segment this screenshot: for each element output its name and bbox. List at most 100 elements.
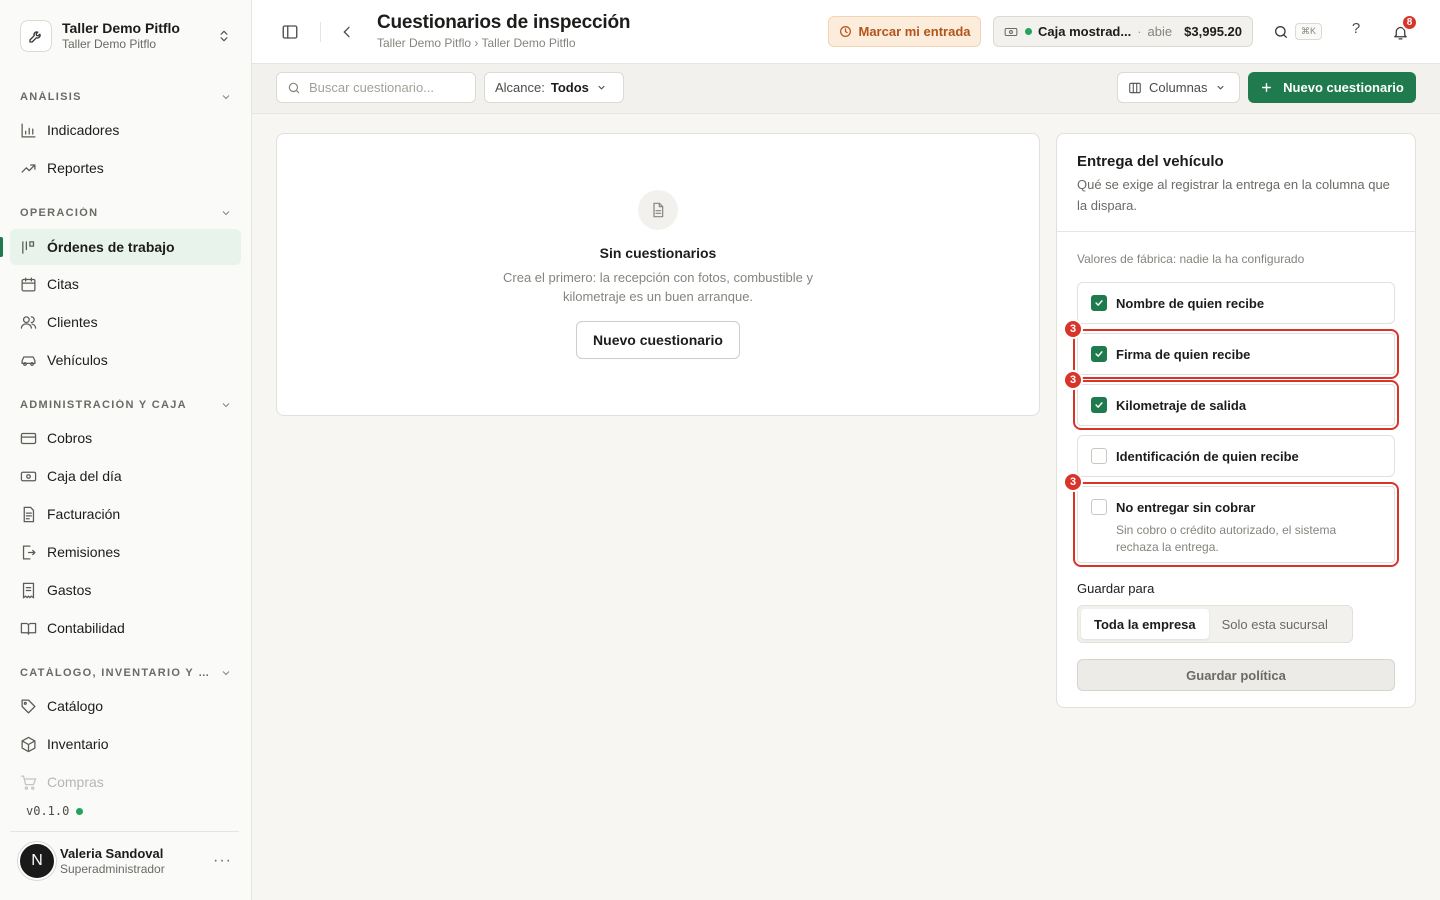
scope-filter-dropdown[interactable]: Alcance: Todos [484,72,624,103]
sidebar-item-indicadores[interactable]: Indicadores [10,112,241,148]
sidebar-item-ordenes[interactable]: Órdenes de trabajo [0,229,241,265]
sidebar-item-label: Reportes [47,160,104,176]
new-questionnaire-label: Nuevo cuestionario [1283,80,1404,95]
wrench-icon [20,20,52,52]
option-exit-mileage[interactable]: Kilometraje de salida [1073,380,1399,430]
sidebar-item-citas[interactable]: Citas [10,266,241,302]
panel-description: Qué se exige al registrar la entrega en … [1077,177,1390,213]
sidebar-item-catalogo[interactable]: Catálogo [10,688,241,724]
search-icon [287,81,301,95]
cash-register-state: abie [1147,24,1173,39]
sidebar-item-label: Catálogo [47,698,104,714]
option-receiver-signature[interactable]: Firma de quien recibe [1073,329,1399,379]
kanban-icon [20,239,37,256]
page-title: Cuestionarios de inspección [377,12,631,33]
sidebar-item-remisiones[interactable]: Remisiones [10,534,241,570]
scope-option-company[interactable]: Toda la empresa [1081,609,1209,639]
invoice-icon [20,506,37,523]
breadcrumb[interactable]: Taller Demo Pitflo › Taller Demo Pitflo [377,36,576,50]
avatar: N [18,842,56,880]
columns-button[interactable]: Columnas [1117,72,1240,103]
empty-state-description: Crea el primero: la recepción con fotos,… [503,270,813,304]
box-icon [20,736,37,753]
top-header: Cuestionarios de inspección Taller Demo … [252,0,1440,64]
sidebar-item-label: Vehículos [47,352,108,368]
sidebar-item-label: Gastos [47,582,92,598]
sidebar-toggle-button[interactable] [276,18,304,46]
chevron-down-icon [220,399,232,411]
back-button[interactable] [333,18,361,46]
chevron-down-icon [220,207,232,219]
clock-in-button[interactable]: Marcar mi entrada [828,16,981,47]
empty-new-questionnaire-button[interactable]: Nuevo cuestionario [576,321,740,359]
option-label: No entregar sin cobrar [1116,500,1256,515]
sidebar-item-reportes[interactable]: Reportes [10,150,241,186]
clock-icon [839,25,852,38]
save-scope-segmented-control: Toda la empresa Solo esta sucursal [1077,605,1353,643]
option-no-delivery-unpaid[interactable]: No entregar sin cobrar Sin cobro o crédi… [1073,482,1399,567]
separator-dot: · [1137,24,1142,39]
divider [320,22,321,42]
option-receiver-name[interactable]: Nombre de quien recibe [1077,282,1395,324]
clock-in-label: Marcar mi entrada [858,24,971,39]
org-switcher[interactable]: Taller Demo Pitflo Taller Demo Pitflo [10,10,241,62]
checkbox-checked[interactable] [1091,295,1107,311]
search-input[interactable] [309,80,459,95]
cash-icon [20,468,37,485]
shortcut-hint: ⌘K [1295,23,1323,40]
marker-badge: 3 [1063,472,1083,492]
checkbox-checked[interactable] [1091,397,1107,413]
chart-bar-icon [20,122,37,139]
chevron-down-icon [220,91,232,103]
sidebar-item-compras[interactable]: Compras [10,764,241,800]
divider [1057,231,1415,232]
section-title: ADMINISTRACIÓN Y CAJA [20,399,187,411]
section-operacion[interactable]: OPERACIÓN [20,205,232,221]
section-analisis[interactable]: ANÁLISIS [20,89,232,105]
sidebar-item-vehiculos[interactable]: Vehículos [10,342,241,378]
option-help-text: Sin cobro o crédito autorizado, el siste… [1116,523,1337,554]
more-icon[interactable]: ··· [213,852,232,870]
scope-option-branch[interactable]: Solo esta sucursal [1209,609,1341,639]
sidebar-item-gastos[interactable]: Gastos [10,572,241,608]
sidebar-item-inventario[interactable]: Inventario [10,726,241,762]
plus-icon [1260,81,1273,94]
new-questionnaire-button[interactable]: Nuevo cuestionario [1248,72,1416,103]
help-button[interactable]: ? [1346,20,1366,37]
search-button[interactable] [1267,18,1295,46]
section-title: CATÁLOGO, INVENTARIO Y CO... [20,667,210,679]
marker-badge: 3 [1063,319,1083,339]
sidebar-item-facturacion[interactable]: Facturación [10,496,241,532]
section-administracion[interactable]: ADMINISTRACIÓN Y CAJA [20,397,232,413]
panel-title: Entrega del vehículo [1077,153,1224,170]
sidebar-item-contabilidad[interactable]: Contabilidad [10,610,241,646]
users-icon [20,314,37,331]
checkbox-checked[interactable] [1091,346,1107,362]
section-catalogo[interactable]: CATÁLOGO, INVENTARIO Y CO... [20,665,232,681]
notification-count-badge: 8 [1401,14,1418,31]
columns-icon [1128,81,1142,95]
sidebar-item-label: Compras [47,774,104,790]
sidebar-panel-icon [281,23,299,41]
checkbox-unchecked[interactable] [1091,499,1107,515]
cash-register-status[interactable]: Caja mostrad... · abie $3,995.20 [993,16,1253,47]
sidebar-item-caja[interactable]: Caja del día [10,458,241,494]
user-menu[interactable]: N Valeria Sandoval Superadministrador ··… [18,841,240,881]
option-receiver-id[interactable]: Identificación de quien recibe [1077,435,1395,477]
chevron-updown-icon [217,29,231,43]
save-policy-button[interactable]: Guardar política [1077,659,1395,691]
toolbar: Alcance: Todos Columnas Nuevo cuestionar… [252,64,1440,114]
cash-register-amount: $3,995.20 [1184,24,1242,39]
section-title: OPERACIÓN [20,207,99,219]
receipt-icon [20,582,37,599]
sidebar-item-clientes[interactable]: Clientes [10,304,241,340]
empty-state-title: Sin cuestionarios [599,245,717,261]
checkbox-unchecked[interactable] [1091,448,1107,464]
sidebar-item-label: Cobros [47,430,93,446]
sidebar-item-label: Citas [47,276,79,292]
save-scope-label: Guardar para [1077,581,1155,596]
sidebar: Taller Demo Pitflo Taller Demo Pitflo AN… [0,0,252,900]
search-field[interactable] [276,72,476,103]
scope-filter-value: Todos [550,80,589,95]
sidebar-item-cobros[interactable]: Cobros [10,420,241,456]
